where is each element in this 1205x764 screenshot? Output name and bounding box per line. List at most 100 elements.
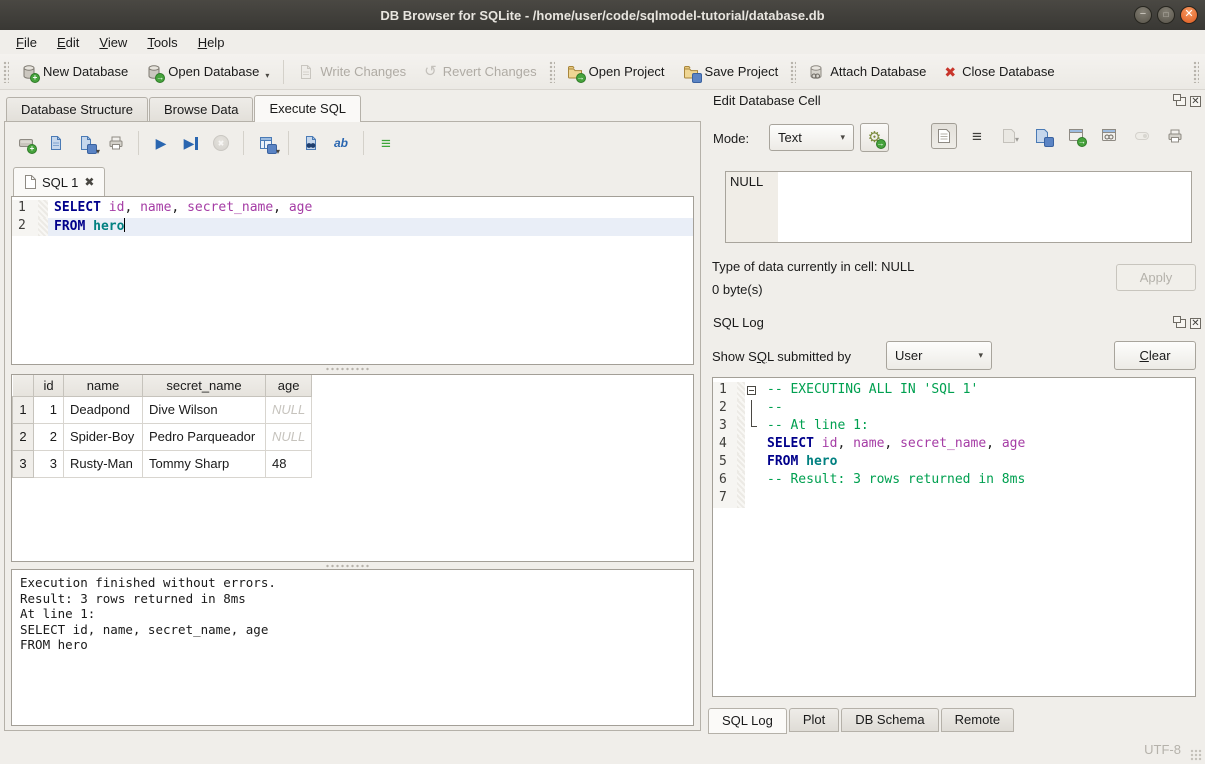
- sql-toolbar: + ▾ ▶ ▶ ✖: [13, 129, 399, 157]
- maximize-button[interactable]: □: [1157, 6, 1175, 24]
- close-button[interactable]: ✕: [1180, 6, 1198, 24]
- table-row[interactable]: 1 1 Deadpond Dive Wilson NULL: [13, 396, 312, 423]
- word-wrap-icon: ≡: [381, 135, 391, 152]
- open-project-button[interactable]: → Open Project: [558, 59, 674, 85]
- open-sql-file-button[interactable]: [43, 130, 69, 156]
- print-icon: [1167, 128, 1183, 144]
- close-database-button[interactable]: ✖ Close Database: [935, 59, 1063, 84]
- save-sql-file-button[interactable]: ▾: [73, 130, 99, 156]
- column-header-id[interactable]: id: [34, 375, 64, 396]
- window-title: DB Browser for SQLite - /home/user/code/…: [380, 8, 824, 23]
- log-filter-label: Show SQL submitted by: [712, 349, 851, 364]
- tab-remote[interactable]: Remote: [941, 708, 1015, 732]
- open-project-icon: →: [567, 64, 583, 80]
- execute-all-button[interactable]: ▶: [148, 130, 174, 156]
- close-panel-icon[interactable]: ✕: [1190, 318, 1201, 329]
- menu-help[interactable]: Help: [188, 32, 235, 53]
- cell-editor-toolbar: ≡ ▾ →: [931, 123, 1188, 149]
- cell-value-editor[interactable]: NULL: [725, 171, 1192, 243]
- print-sql-button[interactable]: [103, 130, 129, 156]
- revert-changes-icon: ↺: [424, 64, 437, 79]
- find-replace-button[interactable]: [298, 130, 324, 156]
- word-wrap-button[interactable]: ≡: [373, 130, 399, 156]
- close-panel-icon[interactable]: ✕: [1190, 96, 1201, 107]
- open-database-button[interactable]: → Open Database ▾: [137, 59, 278, 85]
- mode-select[interactable]: Text ▾: [769, 124, 854, 151]
- new-sql-tab-button[interactable]: +: [13, 130, 39, 156]
- float-panel-icon[interactable]: [1176, 319, 1186, 328]
- export-icon: [1035, 128, 1051, 144]
- format-sql-icon: ab: [334, 137, 348, 149]
- splitter-handle[interactable]: [325, 367, 371, 371]
- table-header-row: id name secret_name age: [13, 375, 312, 396]
- float-panel-icon[interactable]: [1176, 97, 1186, 106]
- toolbar-drag-handle[interactable]: [3, 61, 9, 83]
- toolbar-drag-handle[interactable]: [790, 61, 796, 83]
- chevron-down-icon[interactable]: ▾: [265, 72, 269, 80]
- new-tab-icon: +: [18, 135, 34, 151]
- write-changes-icon: [298, 64, 314, 80]
- new-database-button[interactable]: + New Database: [12, 59, 137, 85]
- main-toolbar: + New Database → Open Database ▾ Write C…: [0, 54, 1205, 90]
- menubar: File Edit View Tools Help: [0, 30, 1205, 54]
- auto-format-button[interactable]: ab: [328, 130, 354, 156]
- save-results-button[interactable]: ▾: [253, 130, 279, 156]
- export-cell-data-button[interactable]: [1030, 123, 1056, 149]
- apply-mode-button[interactable]: ⚙ →: [860, 123, 889, 152]
- tab-execute-sql[interactable]: Execute SQL: [254, 95, 361, 122]
- attach-database-button[interactable]: Attach Database: [799, 59, 935, 85]
- import-icon: ▾: [1002, 128, 1018, 144]
- minimize-button[interactable]: −: [1134, 6, 1152, 24]
- menu-edit[interactable]: Edit: [47, 32, 89, 53]
- execute-current-line-button[interactable]: ▶: [178, 130, 204, 156]
- execute-all-icon: ▶: [156, 136, 167, 150]
- execute-sql-panel: + ▾ ▶ ▶ ✖: [4, 121, 701, 731]
- chevron-down-icon: ▾: [276, 147, 280, 156]
- table-row[interactable]: 2 2 Spider-Boy Pedro Parqueador NULL: [13, 423, 312, 450]
- tab-database-structure[interactable]: Database Structure: [6, 97, 148, 122]
- tab-sql-log[interactable]: SQL Log: [708, 708, 787, 734]
- open-sql-file-icon: [48, 135, 64, 151]
- tab-db-schema[interactable]: DB Schema: [841, 708, 938, 732]
- tab-browse-data[interactable]: Browse Data: [149, 97, 253, 122]
- toolbar-drag-handle[interactable]: [1193, 61, 1199, 83]
- text-mode-button[interactable]: [931, 123, 957, 149]
- splitter-handle[interactable]: [325, 564, 371, 568]
- sql-editor[interactable]: 1 SELECT id, name, secret_name, age 2 FR…: [11, 196, 694, 365]
- sql-document-icon: [24, 175, 36, 189]
- window-controls: − □ ✕: [1134, 6, 1198, 24]
- clear-log-button[interactable]: Clear: [1114, 341, 1196, 370]
- log-filter-select[interactable]: User ▾: [886, 341, 992, 370]
- text-document-icon: [937, 128, 951, 144]
- stop-icon: ✖: [213, 135, 229, 151]
- resize-grip[interactable]: [1190, 749, 1202, 761]
- attach-database-icon: [808, 64, 824, 80]
- stop-execution-button: ✖: [208, 130, 234, 156]
- edit-cell-panel-title: Edit Database Cell: [713, 93, 821, 108]
- word-wrap-cell-button[interactable]: ≡: [964, 123, 990, 149]
- sql-log-view[interactable]: 1 -- EXECUTING ALL IN 'SQL 1' 2 -- 3 -- …: [712, 377, 1196, 697]
- toolbar-drag-handle[interactable]: [549, 61, 555, 83]
- apply-button: Apply: [1116, 264, 1196, 291]
- column-header-age[interactable]: age: [266, 375, 312, 396]
- open-in-external-button[interactable]: →: [1063, 123, 1089, 149]
- table-row[interactable]: 3 3 Rusty-Man Tommy Sharp 48: [13, 450, 312, 477]
- column-header-name[interactable]: name: [64, 375, 143, 396]
- word-wrap-icon: ≡: [972, 128, 982, 145]
- sql-file-tab[interactable]: SQL 1 ✖: [13, 167, 105, 196]
- menu-view[interactable]: View: [89, 32, 137, 53]
- sql-code-line: SELECT id, name, secret_name, age: [48, 200, 693, 218]
- results-table: id name secret_name age 1 1 Deadpond Div…: [12, 375, 312, 478]
- null-toggle-icon: [1135, 132, 1149, 140]
- print-cell-button[interactable]: [1162, 123, 1188, 149]
- fold-marker-collapse[interactable]: [745, 382, 761, 400]
- column-header-secret-name[interactable]: secret_name: [143, 375, 266, 396]
- tab-plot[interactable]: Plot: [789, 708, 839, 732]
- save-results-icon: [258, 135, 274, 151]
- close-sql-tab-icon[interactable]: ✖: [84, 175, 94, 189]
- menu-tools[interactable]: Tools: [137, 32, 187, 53]
- save-project-button[interactable]: Save Project: [674, 59, 788, 85]
- menu-file[interactable]: File: [6, 32, 47, 53]
- text-caret: [124, 218, 125, 232]
- copy-cell-link-button[interactable]: [1096, 123, 1122, 149]
